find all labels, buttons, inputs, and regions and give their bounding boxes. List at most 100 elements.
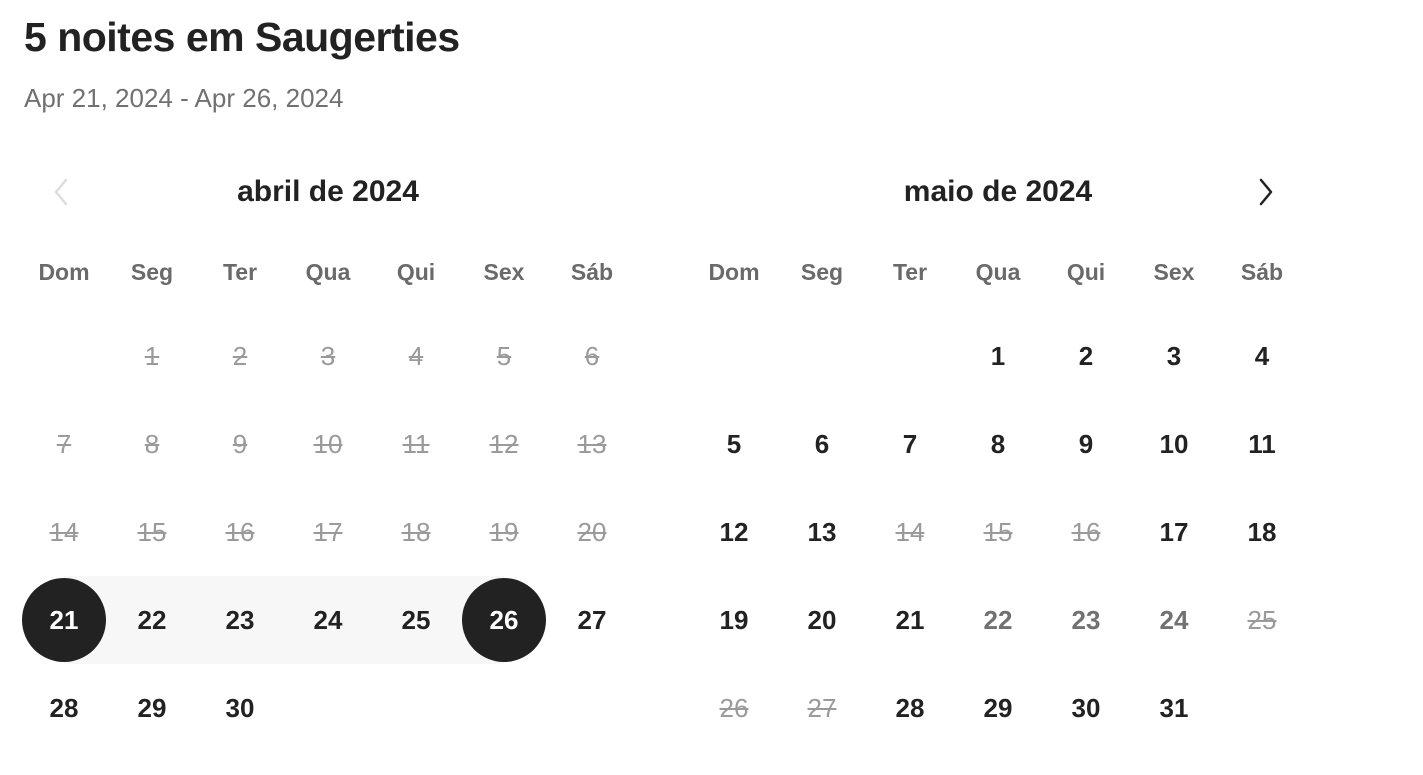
day-cell[interactable]: 6 [778, 400, 866, 488]
day-cell[interactable]: 9 [1042, 400, 1130, 488]
weekday-label: Dom [708, 259, 760, 285]
day-number: 22 [983, 604, 1013, 635]
day-number: 5 [496, 340, 512, 371]
day-cell: 1 [108, 312, 196, 400]
day-cell[interactable]: 13 [778, 488, 866, 576]
day-cell: 6 [548, 312, 636, 400]
chevron-right-icon [1259, 178, 1273, 206]
day-number: 17 [313, 516, 343, 547]
day-number: 17 [1159, 516, 1189, 547]
day-cell: 3 [284, 312, 372, 400]
day-cell[interactable]: 19 [690, 576, 778, 664]
day-number: 8 [990, 428, 1006, 459]
day-cell[interactable]: 17 [1130, 488, 1218, 576]
day-number: 18 [401, 516, 431, 547]
day-cell[interactable]: 23 [196, 576, 284, 664]
day-number: 27 [807, 692, 837, 723]
day-cell[interactable]: 29 [108, 664, 196, 752]
day-cell: 18 [372, 488, 460, 576]
day-cell[interactable]: 18 [1218, 488, 1306, 576]
day-number: 9 [1078, 428, 1094, 459]
day-cell[interactable]: 28 [866, 664, 954, 752]
day-number: 4 [1254, 340, 1270, 371]
day-number: 1 [144, 340, 160, 371]
weekday-label: Qui [1066, 259, 1106, 285]
day-number: 13 [807, 516, 837, 547]
day-number: 6 [584, 340, 600, 371]
day-cell[interactable]: 22 [108, 576, 196, 664]
day-number: 28 [895, 692, 925, 723]
day-cell[interactable]: 10 [1130, 400, 1218, 488]
page-title: 5 noites em Saugerties [24, 14, 460, 60]
day-cell[interactable]: 30 [196, 664, 284, 752]
day-cell[interactable]: 4 [1218, 312, 1306, 400]
day-cell: 23 [1042, 576, 1130, 664]
calendar-month-may: maio de 2024 Dom Seg Ter Qua Qui Sex Sáb 12345… [690, 160, 1306, 760]
day-number: 11 [1248, 428, 1276, 459]
day-cell[interactable]: 7 [866, 400, 954, 488]
day-cell: 12 [460, 400, 548, 488]
day-cell[interactable]: 26 [460, 576, 548, 664]
day-number: 5 [726, 428, 742, 459]
day-cell: 26 [690, 664, 778, 752]
day-cell[interactable]: 21 [20, 576, 108, 664]
day-number: 26 [462, 578, 546, 662]
day-number: 31 [1159, 692, 1189, 723]
day-number: 22 [137, 604, 167, 635]
next-month-button[interactable] [1245, 172, 1285, 212]
day-cell[interactable]: 21 [866, 576, 954, 664]
day-cell: 17 [284, 488, 372, 576]
weekday-header: Dom Seg Ter Qua Qui Sex Sáb [690, 254, 1306, 290]
day-cell[interactable]: 25 [372, 576, 460, 664]
day-number: 13 [577, 428, 607, 459]
weekday-header: Dom Seg Ter Qua Qui Sex Sáb [20, 254, 636, 290]
day-cell[interactable]: 28 [20, 664, 108, 752]
day-number: 3 [1166, 340, 1182, 371]
day-number: 4 [408, 340, 424, 371]
day-cell[interactable]: 11 [1218, 400, 1306, 488]
weekday-label: Seg [130, 259, 174, 285]
calendar-month-april: abril de 2024 Dom Seg Ter Qua Qui Sex Sáb 1234… [20, 160, 636, 760]
day-grid: 1 2 3 4 5 6 7 8 9 10 11 12 13 14 15 16 17 18 19 20 21 22 23 24 2… [690, 312, 1306, 752]
day-number: 2 [1078, 340, 1094, 371]
day-cell: 14 [866, 488, 954, 576]
day-cell[interactable]: 29 [954, 664, 1042, 752]
day-cell[interactable]: 31 [1130, 664, 1218, 752]
day-number: 1 [990, 340, 1006, 371]
day-cell: 27 [778, 664, 866, 752]
day-cell: 14 [20, 488, 108, 576]
day-cell: 15 [108, 488, 196, 576]
weekday-label: Sáb [570, 259, 614, 285]
month-title: maio de 2024 [903, 175, 1093, 208]
day-cell[interactable]: 1 [954, 312, 1042, 400]
weekday-label: Ter [892, 259, 928, 285]
day-cell[interactable]: 3 [1130, 312, 1218, 400]
day-number: 7 [56, 428, 72, 459]
day-number: 12 [719, 516, 749, 547]
day-cell[interactable]: 20 [778, 576, 866, 664]
day-cell[interactable]: 5 [690, 400, 778, 488]
day-number: 26 [719, 692, 749, 723]
day-number: 14 [49, 516, 79, 547]
day-number: 2 [232, 340, 248, 371]
day-number: 24 [313, 604, 343, 635]
day-grid: 1 2 3 4 5 6 7 8 9 10 11 12 13 14 15 16 17 18 19 20 21 22 23 24 2… [20, 312, 636, 752]
day-cell[interactable]: 8 [954, 400, 1042, 488]
day-number: 19 [719, 604, 749, 635]
day-cell: 22 [954, 576, 1042, 664]
day-cell[interactable]: 24 [284, 576, 372, 664]
day-cell[interactable]: 30 [1042, 664, 1130, 752]
day-cell: 11 [372, 400, 460, 488]
day-number: 6 [814, 428, 830, 459]
day-cell[interactable]: 2 [1042, 312, 1130, 400]
day-number: 28 [49, 692, 79, 723]
day-cell[interactable]: 27 [548, 576, 636, 664]
weekday-label: Qua [975, 259, 1021, 285]
day-number: 9 [232, 428, 248, 459]
weekday-label: Sex [1153, 259, 1195, 285]
date-range-subtitle: Apr 21, 2024 - Apr 26, 2024 [24, 83, 344, 113]
day-number: 15 [983, 516, 1013, 547]
day-cell[interactable]: 12 [690, 488, 778, 576]
day-cell: 9 [196, 400, 284, 488]
day-cell: 5 [460, 312, 548, 400]
